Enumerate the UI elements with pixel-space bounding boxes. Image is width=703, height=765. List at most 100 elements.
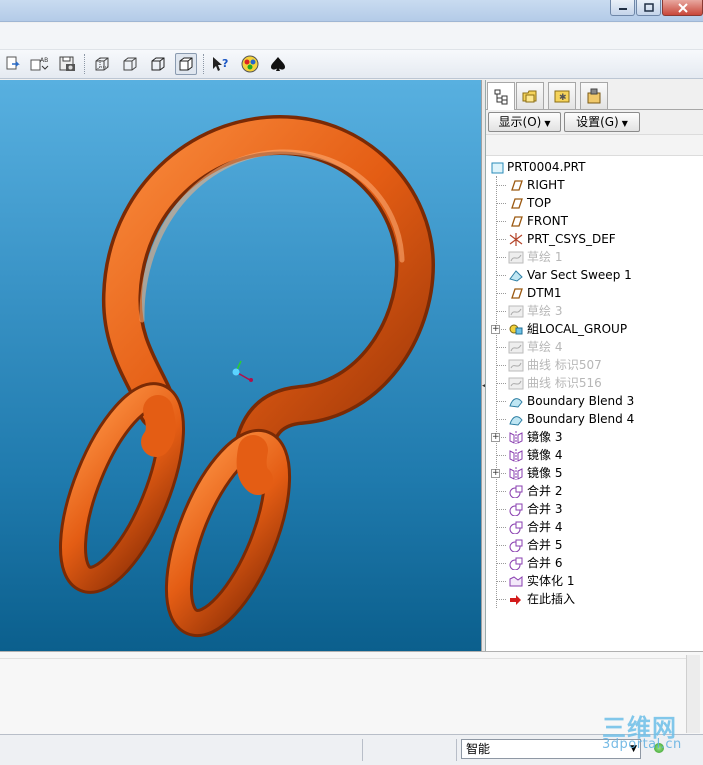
tree-item-label: 合并 5 — [527, 538, 563, 552]
merge-icon — [509, 521, 523, 534]
connections-tab[interactable] — [580, 82, 608, 109]
toolbar: AB ? — [0, 50, 703, 79]
tree-item[interactable]: FRONT — [486, 212, 703, 230]
boundary-blend-icon — [509, 398, 523, 408]
merge-icon — [509, 485, 523, 498]
tree-item[interactable]: 曲线 标识516 — [486, 374, 703, 392]
tree-item[interactable]: Var Sect Sweep 1 — [486, 266, 703, 284]
tree-connector — [496, 275, 506, 276]
show-dropdown-button[interactable]: 显示(O) ▼ — [488, 112, 561, 132]
tree-connector — [496, 545, 506, 546]
model-3d-render — [59, 115, 435, 638]
navigator-tabs: ✱ — [486, 80, 703, 111]
minimize-button[interactable] — [610, 0, 635, 16]
tree-item[interactable]: TOP — [486, 194, 703, 212]
merge-icon — [509, 557, 523, 570]
tree-item[interactable]: 合并 6 — [486, 554, 703, 572]
tree-connector — [496, 383, 506, 384]
settings-dropdown-label: 设置(G) — [576, 115, 619, 129]
no-hidden-display-button[interactable] — [91, 53, 113, 75]
graphics-viewport[interactable] — [0, 80, 481, 651]
tree-item[interactable]: 合并 5 — [486, 536, 703, 554]
status-divider — [362, 739, 363, 761]
coordinate-triad — [232, 360, 253, 382]
tree-item[interactable]: 合并 3 — [486, 500, 703, 518]
svg-text:AB: AB — [40, 57, 48, 64]
datum-plane-icon — [511, 180, 523, 191]
tree-item-label: Boundary Blend 3 — [527, 394, 635, 408]
tree-item-label: PRT_CSYS_DEF — [527, 232, 616, 246]
close-button[interactable] — [662, 0, 703, 16]
tree-item[interactable]: RIGHT — [486, 176, 703, 194]
regeneration-status-icon — [654, 743, 664, 753]
tree-connector — [496, 257, 506, 258]
insert-icon — [6, 56, 20, 70]
settings-dropdown-button[interactable]: 设置(G) ▼ — [564, 112, 640, 132]
tree-item[interactable]: + 镜像 3 — [486, 428, 703, 446]
tree-item[interactable]: 镜像 4 — [486, 446, 703, 464]
hidden-line-button[interactable] — [119, 53, 141, 75]
wireframe-button[interactable] — [147, 53, 169, 75]
shading-button[interactable] — [175, 53, 197, 75]
tree-item[interactable]: PRT_CSYS_DEF — [486, 230, 703, 248]
tree-item-label: 合并 4 — [527, 520, 563, 534]
tree-item[interactable]: + 組LOCAL_GROUP — [486, 320, 703, 338]
solidify-icon — [509, 576, 523, 587]
tree-item[interactable]: PRT0004.PRT — [486, 158, 703, 176]
tree-item-label: FRONT — [527, 214, 568, 228]
expand-node-icon[interactable]: + — [491, 469, 500, 478]
spade-button[interactable] — [267, 53, 289, 75]
chevron-down-icon: ▼ — [630, 744, 637, 754]
no-hidden-display-icon — [95, 57, 109, 71]
folder-browser-tab[interactable] — [516, 82, 544, 109]
selection-filter-select[interactable]: 智能 ▼ — [461, 739, 641, 759]
selection-filter-value: 智能 — [466, 742, 491, 756]
tree-item[interactable]: 草绘 4 — [486, 338, 703, 356]
tree-item-label: TOP — [527, 196, 552, 210]
model-tree-tab[interactable] — [487, 82, 515, 111]
status-bar: 智能 ▼ — [0, 734, 703, 765]
tree-connector — [496, 563, 506, 564]
tree-connector — [496, 239, 506, 240]
model-color-icon — [241, 55, 259, 73]
tree-item[interactable]: 合并 2 — [486, 482, 703, 500]
expand-node-icon[interactable]: + — [491, 325, 500, 334]
tree-item-label: 草绘 4 — [527, 340, 563, 354]
svg-text:?: ? — [222, 57, 228, 70]
tree-item-label: RIGHT — [527, 178, 565, 192]
tree-item[interactable]: 草绘 3 — [486, 302, 703, 320]
tree-item[interactable]: 草绘 1 — [486, 248, 703, 266]
mirror-icon — [509, 431, 523, 444]
save-snapshot-button[interactable] — [56, 53, 78, 75]
tree-connector — [496, 419, 506, 420]
dropdown-arrow-icon: ▼ — [544, 119, 551, 128]
tree-item[interactable]: + 镜像 5 — [486, 464, 703, 482]
tree-item-label: 曲线 标识516 — [527, 376, 602, 390]
tree-item[interactable]: 在此插入 — [486, 590, 703, 608]
mirror-icon — [509, 467, 523, 480]
tree-connector — [496, 347, 506, 348]
title-bar — [0, 0, 703, 22]
tree-item-label: Boundary Blend 4 — [527, 412, 635, 426]
maximize-button[interactable] — [636, 0, 661, 16]
insert-here-arrow-icon — [510, 595, 521, 605]
merge-icon — [509, 503, 523, 516]
folder-browser-icon — [522, 90, 537, 103]
favorites-tab[interactable]: ✱ — [548, 82, 576, 109]
expand-node-icon[interactable]: + — [491, 433, 500, 442]
tree-item[interactable]: 实体化 1 — [486, 572, 703, 590]
copy-ab-button[interactable]: AB — [28, 53, 50, 75]
coordinate-system-icon — [509, 233, 523, 246]
whats-this-help-button[interactable]: ? — [210, 53, 232, 75]
model-color-button[interactable] — [239, 53, 261, 75]
tree-item-label: 镜像 4 — [527, 448, 563, 462]
tree-item[interactable]: 曲线 标识507 — [486, 356, 703, 374]
tree-connector — [496, 581, 506, 582]
message-scrollbar[interactable] — [686, 655, 700, 733]
tree-item[interactable]: 合并 4 — [486, 518, 703, 536]
tree-item[interactable]: Boundary Blend 3 — [486, 392, 703, 410]
tree-connector — [496, 203, 506, 204]
tree-item[interactable]: DTM1 — [486, 284, 703, 302]
tree-item[interactable]: Boundary Blend 4 — [486, 410, 703, 428]
insert-button[interactable] — [2, 53, 24, 75]
